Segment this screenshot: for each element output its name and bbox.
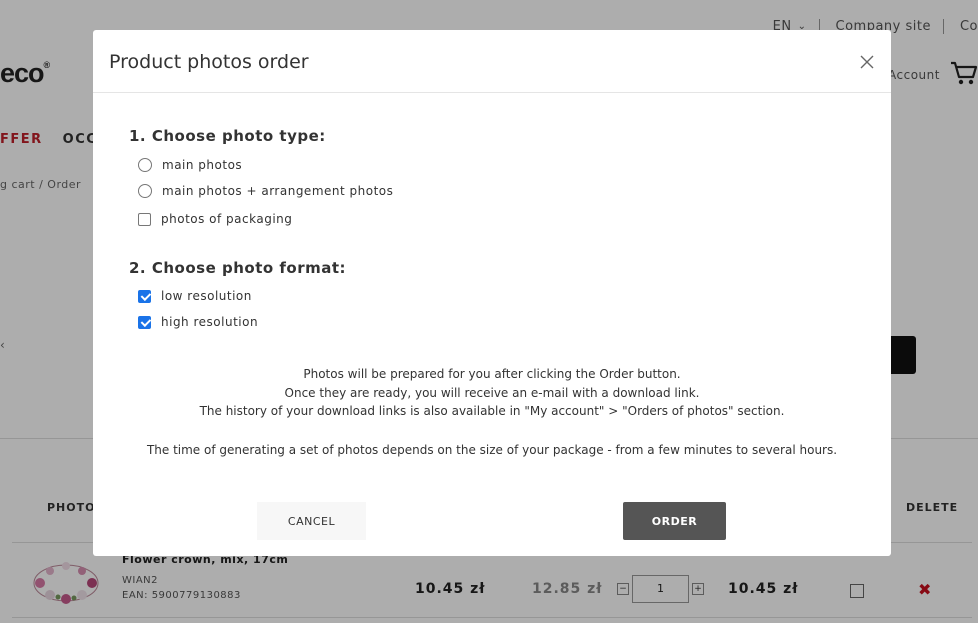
option-high-resolution[interactable]: high resolution	[138, 315, 258, 329]
radio-main-arrangement-photos[interactable]	[138, 184, 152, 198]
option-label: main photos	[162, 158, 243, 172]
radio-main-photos[interactable]	[138, 158, 152, 172]
close-icon[interactable]	[859, 54, 875, 70]
photo-format-heading: 2. Choose photo format:	[129, 259, 347, 277]
option-main-photos[interactable]: main photos	[138, 158, 242, 172]
checkbox-low-resolution[interactable]	[138, 289, 151, 303]
checkbox-high-resolution[interactable]	[138, 315, 151, 329]
info-line: Photos will be prepared for you after cl…	[303, 367, 681, 381]
option-label: low resolution	[161, 289, 252, 303]
modal-title: Product photos order	[109, 51, 309, 73]
option-main-arrangement-photos[interactable]: main photos + arrangement photos	[138, 184, 393, 198]
order-button[interactable]: ORDER	[623, 502, 726, 540]
checkbox-packaging-photos[interactable]	[138, 212, 151, 226]
time-note: The time of generating a set of photos d…	[146, 443, 838, 457]
photos-order-modal: Product photos order 1. Choose photo typ…	[93, 30, 891, 556]
option-label: main photos + arrangement photos	[162, 184, 394, 198]
info-line: The history of your download links is al…	[199, 404, 785, 418]
modal-header: Product photos order	[93, 30, 891, 93]
info-text: Photos will be prepared for you after cl…	[93, 365, 891, 421]
option-label: photos of packaging	[161, 212, 293, 226]
info-line: Once they are ready, you will receive an…	[284, 385, 700, 400]
photo-type-heading: 1. Choose photo type:	[129, 127, 326, 145]
option-label: high resolution	[161, 315, 259, 329]
cancel-button[interactable]: CANCEL	[257, 502, 366, 540]
option-low-resolution[interactable]: low resolution	[138, 289, 252, 303]
option-packaging-photos[interactable]: photos of packaging	[138, 212, 292, 226]
